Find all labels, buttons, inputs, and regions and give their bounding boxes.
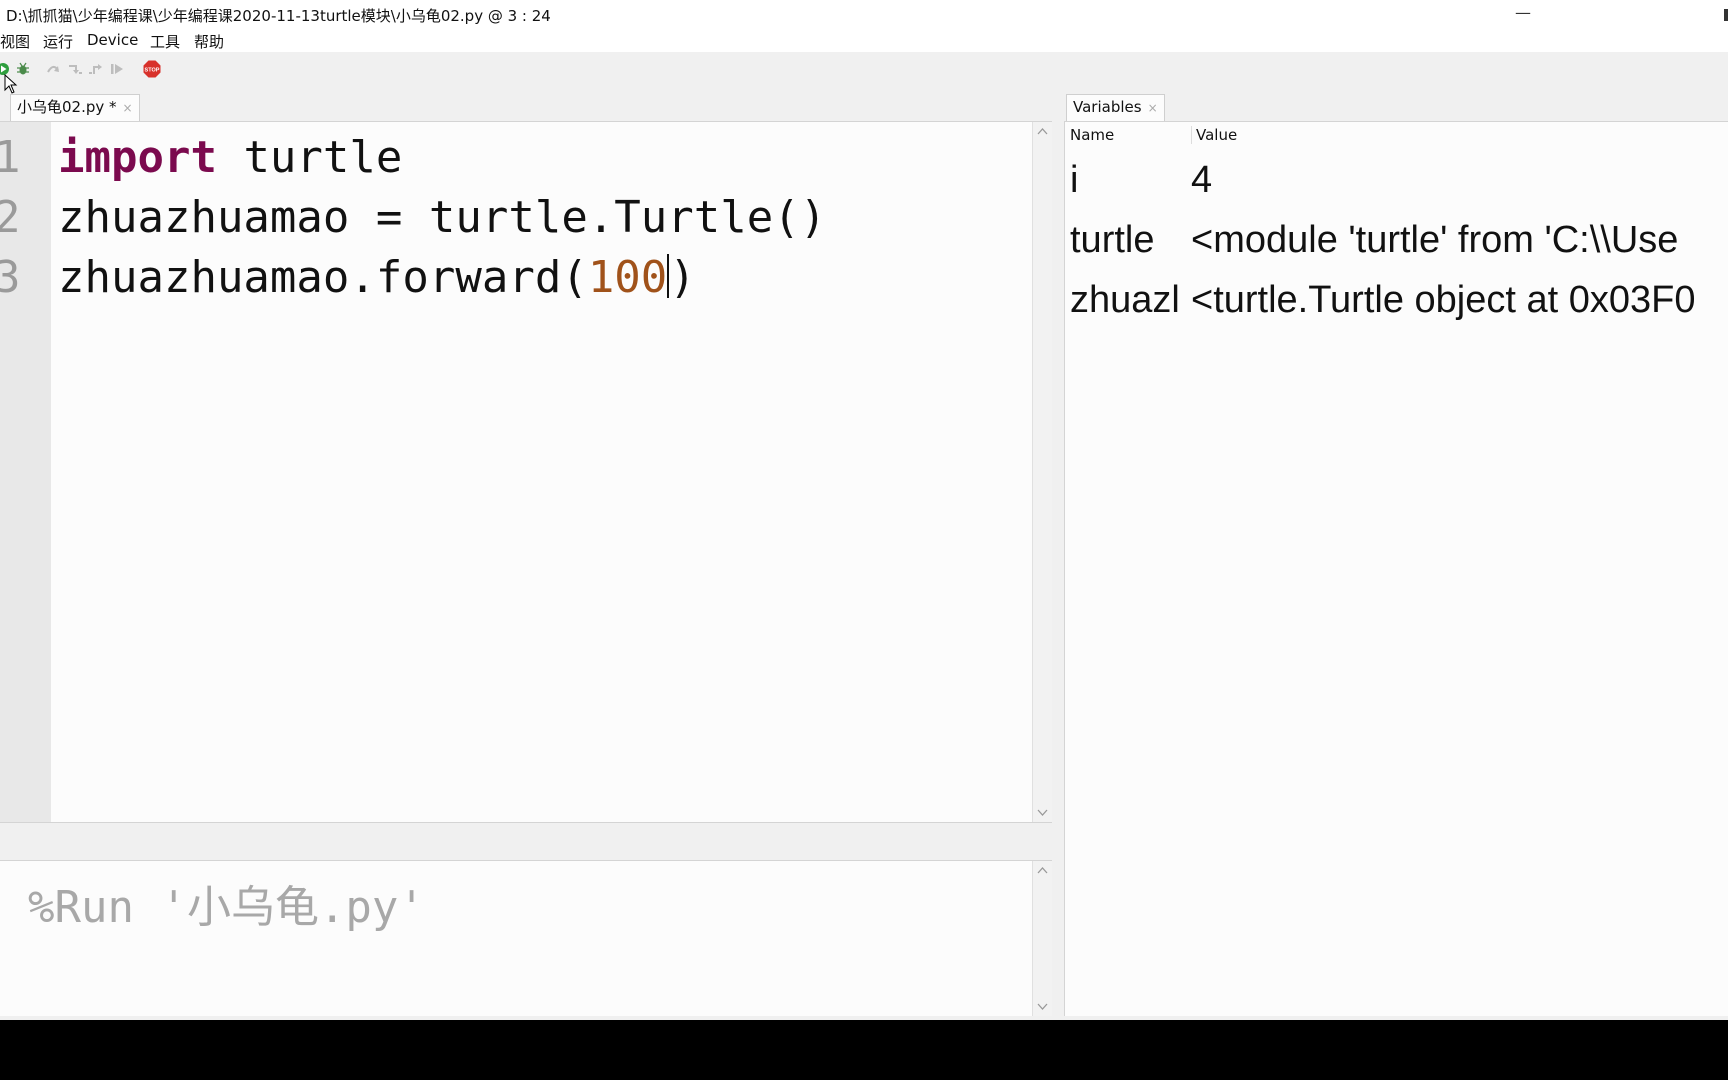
menu-view[interactable]: 视图 (0, 31, 30, 52)
line-number: 2 (0, 188, 34, 248)
step-out-icon[interactable] (88, 63, 102, 75)
toolbar: STOP (0, 52, 1728, 88)
code-editor[interactable]: 1 2 3 import turtle zhuazhuamao = turtle… (0, 121, 1052, 823)
editor-tab-label: 小乌龟02.py * (17, 98, 117, 116)
variable-value: 4 (1191, 159, 1213, 201)
variable-value: <module 'turtle' from 'C:\\Use (1191, 219, 1679, 261)
close-icon[interactable]: × (123, 101, 133, 115)
variables-tab-bar: Variables × (1064, 92, 1728, 121)
editor-tab-bar: 小乌龟02.py * × (0, 92, 1052, 121)
shell-panel[interactable]: %Run '小乌龟.py' (0, 860, 1052, 1016)
menu-bar: 视图 运行 Device 工具 帮助 (0, 28, 1728, 52)
editor-tab-file[interactable]: 小乌龟02.py * × (10, 94, 140, 121)
column-header-name[interactable]: Name (1070, 126, 1114, 144)
step-over-icon[interactable] (46, 63, 60, 75)
code-text: zhuazhuamao = turtle.Turtle() (58, 192, 827, 243)
variables-panel: Name Value i 4 turtle <module 'turtle' f… (1064, 121, 1728, 1016)
line-number: 3 (0, 248, 34, 308)
number-literal: 100 (587, 252, 668, 303)
code-line-3[interactable]: zhuazhuamao.forward(100) (58, 248, 696, 308)
chevron-down-icon[interactable] (1037, 807, 1048, 818)
resume-icon[interactable] (110, 63, 124, 75)
code-text: zhuazhuamao.forward( (58, 252, 588, 303)
code-text: turtle (216, 132, 403, 183)
title-bar: D:\抓抓猫\少年编程课\少年编程课2020-11-13turtle模块\小乌龟… (0, 0, 1728, 28)
variable-name: i (1070, 159, 1079, 201)
minimize-button[interactable]: — (1508, 2, 1538, 26)
debug-icon[interactable] (16, 62, 30, 76)
table-row[interactable]: turtle <module 'turtle' from 'C:\\Use (1065, 210, 1728, 270)
stop-icon[interactable]: STOP (143, 60, 161, 78)
code-line-1[interactable]: import turtle (58, 128, 402, 188)
mouse-cursor-icon (4, 74, 18, 94)
table-row[interactable]: i 4 (1065, 150, 1728, 210)
variables-tab[interactable]: Variables × (1066, 94, 1165, 121)
menu-device[interactable]: Device (87, 31, 138, 49)
chevron-up-icon[interactable] (1037, 865, 1048, 876)
menu-help[interactable]: 帮助 (194, 31, 224, 52)
column-header-value[interactable]: Value (1191, 126, 1237, 144)
close-icon[interactable]: × (1148, 101, 1158, 115)
chevron-down-icon[interactable] (1037, 1001, 1048, 1012)
menu-tools[interactable]: 工具 (150, 31, 180, 52)
stop-label: STOP (145, 68, 160, 74)
step-into-icon[interactable] (68, 63, 82, 75)
table-row[interactable]: zhuazl <turtle.Turtle object at 0x03F0 (1065, 270, 1728, 330)
variable-name: turtle (1070, 219, 1155, 261)
variables-header: Name Value (1065, 122, 1728, 148)
variable-value: <turtle.Turtle object at 0x03F0 (1191, 279, 1696, 321)
variables-tab-label: Variables (1073, 98, 1142, 116)
line-number: 1 (0, 128, 34, 188)
chevron-up-icon[interactable] (1037, 126, 1048, 137)
code-line-2[interactable]: zhuazhuamao = turtle.Turtle() (58, 188, 826, 248)
shell-scrollbar[interactable] (1032, 861, 1052, 1016)
menu-run[interactable]: 运行 (43, 31, 73, 52)
thonny-window: D:\抓抓猫\少年编程课\少年编程课2020-11-13turtle模块\小乌龟… (0, 0, 1728, 1020)
shell-output: %Run '小乌龟.py' (28, 882, 425, 933)
maximize-button-edge[interactable] (1724, 9, 1728, 21)
editor-scrollbar[interactable] (1032, 122, 1052, 822)
variable-name: zhuazl (1070, 279, 1180, 321)
code-text: ) (669, 252, 696, 303)
line-number-gutter: 1 2 3 (0, 122, 51, 822)
window-title: D:\抓抓猫\少年编程课\少年编程课2020-11-13turtle模块\小乌龟… (6, 7, 551, 25)
keyword-import: import (58, 132, 217, 183)
